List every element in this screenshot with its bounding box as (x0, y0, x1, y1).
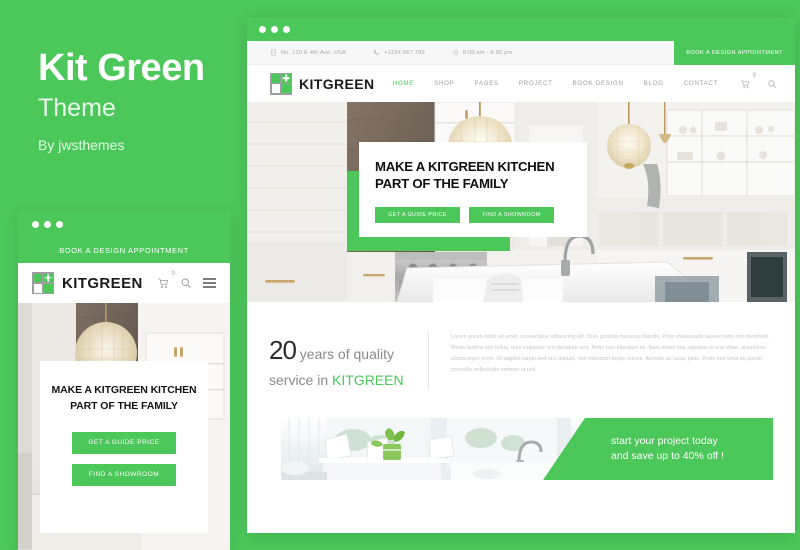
search-icon[interactable] (767, 79, 777, 89)
desktop-preview-window: No. 120 E 4th Ave, USA +1234 567 789 8:0… (247, 18, 795, 533)
phone-icon (374, 49, 379, 56)
nav-item-blog[interactable]: BLOG (644, 80, 664, 87)
window-dot-close[interactable] (32, 220, 39, 228)
about-paragraph: Lorem ipsum dolor sit amet, consectetur … (451, 334, 770, 373)
nav-item-shop[interactable]: SHOP (434, 80, 454, 87)
guide-price-button[interactable]: GET A GUIDE PRICE (375, 206, 460, 223)
mobile-navbar: KITGREEN 0 (18, 263, 230, 303)
kitgreen-logo-icon[interactable] (270, 72, 292, 95)
hamburger-icon[interactable] (203, 278, 216, 288)
book-appointment-button[interactable]: BOOK A DESIGN APPOINTMENT (674, 40, 795, 65)
nav-item-contact[interactable]: CONTACT (684, 80, 718, 87)
hero-section: MAKE A KITGREEN KITCHEN PART OF THE FAMI… (247, 102, 795, 302)
cart-count-badge: 0 (171, 271, 175, 277)
promo-author: By jwsthemes (38, 137, 125, 153)
topbar-phone-text: +1234 567 789 (384, 49, 425, 56)
topbar-address-text: No. 120 E 4th Ave, USA (281, 49, 347, 56)
years-highlight: 20 years of quality service in KITGREEN (269, 332, 429, 390)
nav-item-book-design[interactable]: BOOK DESIGN (573, 80, 624, 87)
cart-icon[interactable]: 0 (157, 271, 175, 289)
mobile-find-showroom-button[interactable]: FIND A SHOWROOM (72, 463, 176, 486)
about-section: 20 years of quality service in KITGREEN … (247, 302, 795, 390)
site-topbar: No. 120 E 4th Ave, USA +1234 567 789 8:0… (247, 40, 795, 65)
cart-icon[interactable]: 0 (740, 73, 756, 89)
building-icon (271, 49, 276, 56)
mobile-hero-heading: MAKE A KITGREEN KITCHEN PART OF THE FAMI… (51, 384, 197, 412)
cart-count-badge: 0 (752, 72, 756, 79)
window-dot-minimize[interactable] (271, 26, 278, 33)
promo-subtitle: Theme (38, 94, 116, 122)
mobile-nav-icons: 0 (157, 271, 216, 289)
years-line-2: service in KITGREEN (269, 370, 410, 390)
topbar-address: No. 120 E 4th Ave, USA (270, 49, 346, 56)
find-showroom-button[interactable]: FIND A SHOWROOM (469, 206, 554, 223)
hero-buttons: GET A GUIDE PRICE FIND A SHOWROOM (375, 206, 587, 223)
nav-icons: 0 (740, 73, 777, 89)
kitgreen-logo-icon[interactable] (32, 272, 54, 294)
topbar-hours: 8:00 am - 6:00 pm (452, 49, 513, 56)
mobile-appointment-button[interactable]: BOOK A DESIGN APPOINTMENT (18, 237, 230, 263)
site-navbar: KITGREEN HOME SHOP PAGES PROJECT BOOK DE… (247, 65, 795, 102)
promo-banner-line1: start your project today (611, 434, 718, 447)
window-dot-maximize[interactable] (56, 220, 63, 228)
mobile-hero-section: MAKE A KITGREEN KITCHEN PART OF THE FAMI… (18, 303, 230, 550)
years-line-1: 20 years of quality (269, 332, 410, 370)
hero-heading: MAKE A KITGREEN KITCHEN PART OF THE FAMI… (375, 159, 555, 191)
search-icon[interactable] (180, 277, 192, 289)
promo-title: Kit Green (38, 47, 205, 89)
mobile-preview-window: BOOK A DESIGN APPOINTMENT KITGREEN 0 MAK… (18, 211, 230, 550)
mobile-guide-price-button[interactable]: GET A GUIDE PRICE (72, 431, 176, 454)
years-suffix: years of quality (295, 346, 394, 362)
topbar-phone: +1234 567 789 (373, 49, 425, 56)
nav-item-pages[interactable]: PAGES (474, 80, 498, 87)
mobile-logo-text[interactable]: KITGREEN (62, 275, 143, 292)
topbar-hours-text: 8:00 am - 6:00 pm (462, 49, 513, 56)
clock-icon (452, 49, 458, 56)
years-number: 20 (269, 335, 297, 365)
window-dot-minimize[interactable] (44, 220, 51, 228)
promo-banner[interactable]: start your project today and save up to … (281, 417, 773, 480)
nav-item-project[interactable]: PROJECT (519, 80, 553, 87)
mobile-hero-card: MAKE A KITGREEN KITCHEN PART OF THE FAMI… (40, 361, 208, 533)
promo-banner-line2: and save up to 40% off ! (611, 449, 725, 462)
window-dot-maximize[interactable] (283, 26, 290, 33)
years-line2-prefix: service in (269, 371, 333, 388)
desktop-window-chrome (247, 18, 795, 41)
window-dot-close[interactable] (259, 26, 266, 33)
hero-card: MAKE A KITGREEN KITCHEN PART OF THE FAMI… (359, 142, 587, 237)
years-brand: KITGREEN (332, 371, 404, 388)
mobile-window-chrome (18, 211, 230, 237)
main-nav-links: HOME SHOP PAGES PROJECT BOOK DESIGN BLOG… (393, 80, 718, 87)
site-logo-text[interactable]: KITGREEN (299, 76, 375, 92)
nav-item-home[interactable]: HOME (393, 80, 414, 87)
